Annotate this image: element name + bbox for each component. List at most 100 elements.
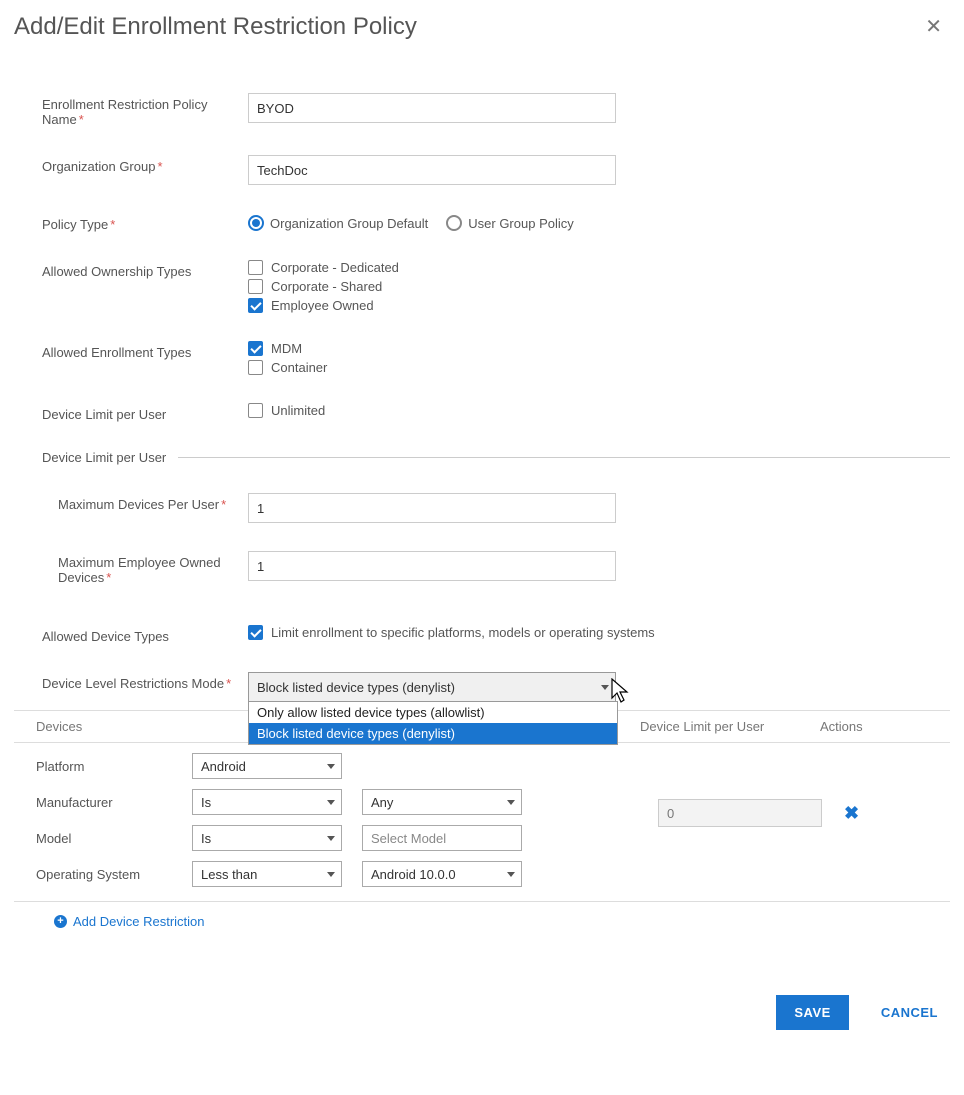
radio-org-group-default[interactable]: Organization Group Default (248, 215, 428, 231)
select-value: Block listed device types (denylist) (257, 680, 455, 695)
chevron-down-icon (327, 800, 335, 805)
manufacturer-op-select[interactable]: Is (192, 789, 342, 815)
checkbox-limit-enrollment[interactable]: Limit enrollment to specific platforms, … (248, 625, 950, 640)
checkbox-icon (248, 298, 263, 313)
select-value: Is (201, 795, 211, 810)
checkbox-label: Employee Owned (271, 298, 374, 313)
section-heading: Device Limit per User (42, 450, 178, 465)
os-op-select[interactable]: Less than (192, 861, 342, 887)
checkbox-container[interactable]: Container (248, 360, 950, 375)
row-ownership-types: Allowed Ownership Types Corporate - Dedi… (14, 260, 950, 313)
label-device-limit: Device Limit per User (42, 403, 248, 422)
required-marker: * (157, 159, 162, 174)
label-policy-type-text: Policy Type (42, 217, 108, 232)
checkbox-corporate-shared[interactable]: Corporate - Shared (248, 279, 950, 294)
limit-cell (640, 753, 830, 873)
policy-name-input[interactable] (248, 93, 616, 123)
org-group-input[interactable] (248, 155, 616, 185)
max-devices-input[interactable] (248, 493, 616, 523)
label-policy-name-text: Enrollment Restriction Policy Name (42, 97, 207, 127)
dropdown-option-allowlist[interactable]: Only allow listed device types (allowlis… (249, 702, 617, 723)
os-value-select[interactable]: Android 10.0.0 (362, 861, 522, 887)
select-value: Android (201, 759, 246, 774)
manufacturer-value-select[interactable]: Any (362, 789, 522, 815)
checkbox-employee-owned[interactable]: Employee Owned (248, 298, 950, 313)
max-employee-owned-input[interactable] (248, 551, 616, 581)
restrictions-mode-dropdown: Only allow listed device types (allowlis… (248, 701, 618, 745)
row-enrollment-types: Allowed Enrollment Types MDM Container (14, 341, 950, 375)
label-restrictions-mode: Device Level Restrictions Mode* (42, 672, 248, 691)
chevron-down-icon (327, 872, 335, 877)
required-marker: * (110, 217, 115, 232)
dialog-title: Add/Edit Enrollment Restriction Policy (14, 13, 417, 41)
checkbox-icon (248, 625, 263, 640)
row-max-employee-owned: Maximum Employee Owned Devices* (14, 551, 950, 585)
radio-user-group-policy[interactable]: User Group Policy (446, 215, 573, 231)
radio-label: User Group Policy (468, 216, 573, 231)
checkbox-icon (248, 279, 263, 294)
checkbox-icon (248, 360, 263, 375)
model-op-select[interactable]: Is (192, 825, 342, 851)
checkbox-icon (248, 260, 263, 275)
close-icon[interactable]: ✕ (917, 10, 950, 43)
row-org-group: Organization Group* (14, 155, 950, 185)
row-policy-name: Enrollment Restriction Policy Name* (14, 93, 950, 127)
chevron-down-icon (327, 836, 335, 841)
section-device-limit: Device Limit per User (42, 450, 950, 465)
row-restrictions-mode: Device Level Restrictions Mode* Block li… (14, 672, 950, 702)
label-ownership-types: Allowed Ownership Types (42, 260, 248, 279)
dropdown-option-denylist[interactable]: Block listed device types (denylist) (249, 723, 617, 744)
row-max-devices: Maximum Devices Per User* (14, 493, 950, 523)
th-limit: Device Limit per User (640, 719, 820, 734)
label-text: Device Level Restrictions Mode (42, 676, 224, 691)
label-policy-name: Enrollment Restriction Policy Name* (42, 93, 248, 127)
platform-select[interactable]: Android (192, 753, 342, 779)
checkbox-icon (248, 341, 263, 356)
radio-label: Organization Group Default (270, 216, 428, 231)
save-button[interactable]: SAVE (776, 995, 848, 1030)
row-policy-type: Policy Type* Organization Group Default … (14, 213, 950, 232)
delete-row-icon[interactable]: ✖ (844, 803, 859, 824)
chevron-down-icon (601, 685, 609, 690)
cancel-button[interactable]: CANCEL (875, 1004, 944, 1021)
table-row: Platform Android Manufacturer Is Any Mod… (14, 743, 950, 902)
label-enrollment-types: Allowed Enrollment Types (42, 341, 248, 360)
label-text: Maximum Devices Per User (58, 497, 219, 512)
add-device-restriction-link[interactable]: + Add Device Restriction (54, 914, 205, 929)
label-org-group: Organization Group* (42, 155, 248, 174)
checkbox-label: Corporate - Shared (271, 279, 382, 294)
checkbox-corporate-dedicated[interactable]: Corporate - Dedicated (248, 260, 950, 275)
select-value: Any (371, 795, 393, 810)
label-org-group-text: Organization Group (42, 159, 155, 174)
radio-icon (446, 215, 462, 231)
label-max-devices: Maximum Devices Per User* (58, 493, 248, 512)
radio-icon (248, 215, 264, 231)
chevron-down-icon (507, 800, 515, 805)
row-device-limit-unlimited: Device Limit per User Unlimited (14, 403, 950, 422)
label-manufacturer: Manufacturer (36, 795, 172, 810)
chevron-down-icon (327, 764, 335, 769)
checkbox-icon (248, 403, 263, 418)
label-model: Model (36, 831, 172, 846)
required-marker: * (79, 112, 84, 127)
model-value-input[interactable]: Select Model (362, 825, 522, 851)
restrictions-mode-select[interactable]: Block listed device types (denylist) Onl… (248, 672, 616, 702)
label-platform: Platform (36, 759, 172, 774)
device-limit-input[interactable] (658, 799, 822, 827)
row-allowed-device-types: Allowed Device Types Limit enrollment to… (14, 625, 950, 644)
actions-cell: ✖ (830, 753, 940, 873)
divider-line (178, 457, 950, 458)
checkbox-label: Corporate - Dedicated (271, 260, 399, 275)
placeholder-text: Select Model (371, 831, 446, 846)
checkbox-unlimited[interactable]: Unlimited (248, 403, 950, 418)
plus-icon: + (54, 915, 67, 928)
select-value: Android 10.0.0 (371, 867, 456, 882)
add-link-label: Add Device Restriction (73, 914, 205, 929)
label-allowed-device-types: Allowed Device Types (42, 625, 248, 644)
checkbox-label: Unlimited (271, 403, 325, 418)
label-policy-type: Policy Type* (42, 213, 248, 232)
enrollment-restriction-dialog: Add/Edit Enrollment Restriction Policy ✕… (0, 0, 964, 1050)
required-marker: * (106, 570, 111, 585)
checkbox-mdm[interactable]: MDM (248, 341, 950, 356)
select-value: Is (201, 831, 211, 846)
